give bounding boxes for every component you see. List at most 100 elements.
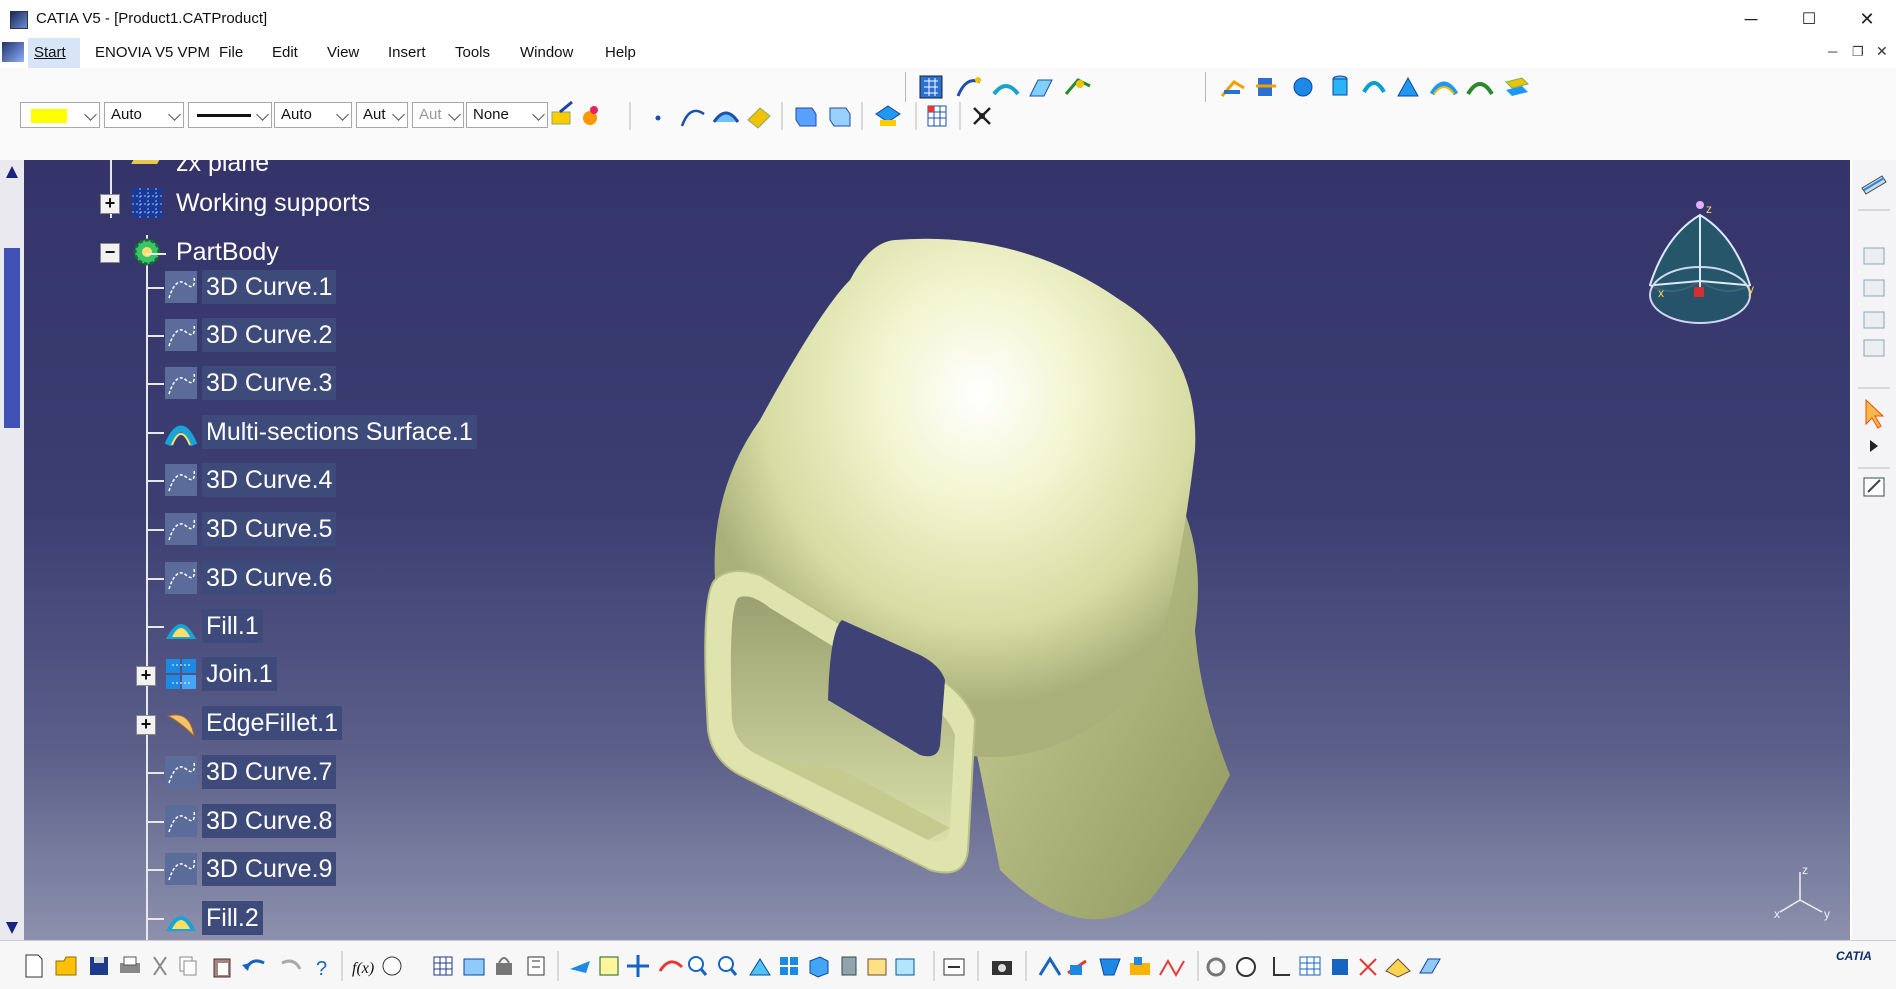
constraint-2-icon[interactable] [1863,279,1885,297]
layer-filter-combo[interactable]: None [466,102,548,128]
blend-icon[interactable] [1466,82,1494,96]
undo-icon[interactable] [242,959,265,971]
knowledge-icon[interactable] [382,956,402,976]
multisection-icon[interactable] [1429,81,1459,96]
copy-icon[interactable] [179,956,197,976]
layer-combo[interactable]: Aut [412,102,464,128]
connect-checker-icon[interactable] [1130,957,1150,975]
annotation-icon[interactable] [1863,477,1885,497]
select-arrow-icon[interactable] [1865,398,1885,429]
collapse-icon[interactable]: − [100,243,120,263]
sweep-icon[interactable] [992,84,1020,96]
maximize-button[interactable]: ☐ [1780,0,1838,38]
menu-edit[interactable]: Edit [272,44,298,61]
surface-plane-icon[interactable] [1419,958,1441,974]
point-icon[interactable] [655,115,661,121]
tree-scrollbar[interactable] [0,160,24,940]
pan-icon[interactable] [627,955,649,977]
redo-icon[interactable] [281,959,302,970]
lock-icon[interactable] [496,957,512,975]
scroll-up-arrow[interactable] [6,166,18,178]
axis-system-icon[interactable] [1273,957,1290,976]
curvature-icon[interactable] [1099,958,1121,976]
iso-view-icon[interactable] [809,956,829,978]
doc-close-icon[interactable]: ✕ [1876,43,1888,60]
expand-arrow-icon[interactable] [1870,440,1878,452]
scroll-down-arrow[interactable] [6,922,18,934]
capture-camera-icon[interactable] [992,961,1012,975]
menu-window[interactable]: Window [520,44,573,61]
paste-icon[interactable] [213,958,231,978]
zoom-out-icon[interactable] [718,956,738,976]
measure-icon[interactable] [527,956,545,976]
hide-show-icon[interactable] [867,958,887,976]
line-type-combo[interactable]: Aut [356,102,408,128]
color-combo[interactable] [20,102,100,128]
plane-system-icon[interactable] [1385,958,1411,978]
fly-mode-icon[interactable] [570,961,590,973]
expand-icon[interactable]: + [100,194,120,214]
menu-start[interactable]: Start [34,44,66,61]
swap-visible-icon[interactable] [895,958,915,976]
expand-icon[interactable]: + [136,715,156,735]
draft-analysis-icon[interactable] [1159,958,1185,978]
curve-tool-icon[interactable] [956,77,981,97]
compass-widget[interactable]: z x y [1640,195,1760,335]
catalog-icon[interactable] [463,958,485,976]
cylinder-icon[interactable] [1332,75,1348,96]
update-icon[interactable] [943,958,965,976]
constraint-icon[interactable] [1863,247,1885,265]
minimize-button[interactable]: ─ [1722,0,1780,38]
layers-icon[interactable] [1505,77,1529,96]
sketch-grid-icon[interactable] [919,75,943,99]
hide-show-icon[interactable] [829,107,851,127]
hand-icon[interactable] [1236,957,1256,977]
spline-icon[interactable] [680,109,705,127]
transparency-combo[interactable]: Auto [104,102,184,128]
properties-icon[interactable] [583,106,598,125]
line-weight-combo[interactable]: Auto [274,102,352,128]
constraint-3-icon[interactable] [1863,311,1885,329]
view-mode-icon[interactable] [795,107,817,127]
selection-icon[interactable] [973,107,991,125]
analysis-icon[interactable] [1038,956,1062,976]
cut-icon[interactable] [153,956,167,976]
normal-view-icon[interactable] [749,958,771,976]
porcupine-icon[interactable] [1067,959,1087,975]
join-icon[interactable] [1220,80,1245,97]
menu-insert[interactable]: Insert [388,44,426,61]
catia-app-icon[interactable] [10,11,28,29]
scroll-thumb[interactable] [4,248,20,428]
refresh-icon[interactable] [1206,957,1226,977]
revolve-icon[interactable] [1362,81,1386,94]
painter-icon[interactable] [551,100,573,125]
print-icon[interactable] [120,956,140,973]
close-button[interactable]: ✕ [1838,0,1896,38]
menu-file[interactable]: File [219,44,243,61]
arc-surface-icon[interactable] [712,111,740,123]
work-on-support-icon[interactable] [1332,959,1348,975]
doc-restore-icon[interactable]: ❐ [1852,44,1864,60]
shading-icon[interactable] [841,956,857,976]
doc-minimize-icon[interactable]: ─ [1828,44,1837,59]
new-icon[interactable] [25,954,43,978]
grid-icon[interactable] [1299,956,1321,976]
menu-tools[interactable]: Tools [455,44,490,61]
sketcher-icon[interactable] [1861,175,1887,195]
fit-all-icon[interactable] [599,956,619,976]
split-icon[interactable] [1256,78,1276,96]
extrude-icon[interactable] [1029,79,1053,97]
constraint-4-icon[interactable] [1863,339,1885,357]
open-icon[interactable] [55,956,77,976]
menu-help[interactable]: Help [605,44,636,61]
menu-enovia[interactable]: ENOVIA V5 VPM [95,44,210,61]
line-thickness-combo[interactable] [188,102,272,128]
zoom-in-icon[interactable] [688,956,708,976]
table-icon[interactable] [927,105,947,127]
render-style-icon[interactable] [875,105,901,126]
erase-icon[interactable] [747,107,771,129]
formula-icon[interactable]: f(x) [352,960,374,977]
expand-icon[interactable]: + [136,666,156,686]
menu-view[interactable]: View [327,44,359,61]
fill-icon[interactable] [1397,76,1419,97]
